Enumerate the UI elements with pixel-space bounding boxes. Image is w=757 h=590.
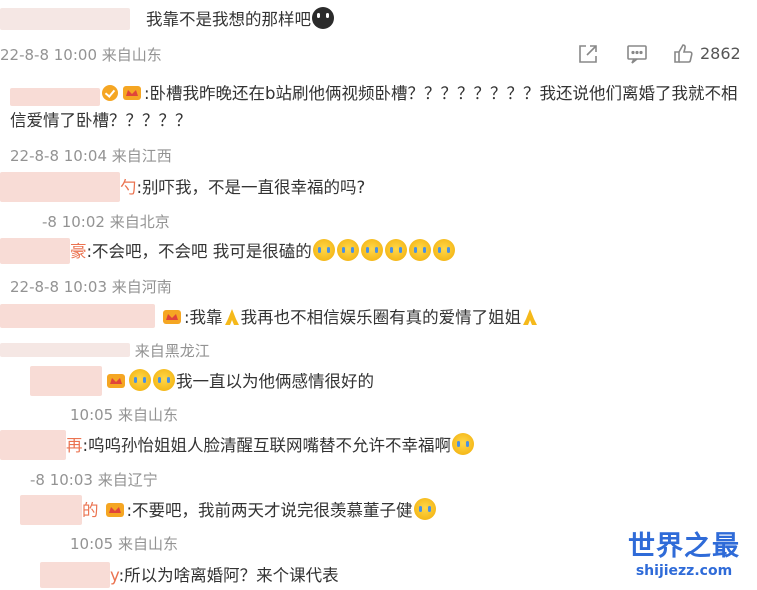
redacted-username bbox=[0, 430, 66, 460]
watermark: 世界之最 shijiezz.com bbox=[628, 532, 740, 580]
comment-source: 来自河南 bbox=[111, 278, 172, 296]
crown-icon bbox=[123, 86, 141, 100]
comment-item: 勺:别吓我，不是一直很幸福的吗? bbox=[120, 174, 365, 201]
post-meta: 22-8-8 10:00 来自山东 bbox=[0, 44, 162, 65]
comment-username[interactable]: 勺 bbox=[120, 178, 137, 197]
crown-icon bbox=[105, 503, 124, 517]
comment-body: 我一直以为他俩感情很好的 bbox=[176, 372, 374, 391]
post-timestamp: 22-8-8 10:00 bbox=[0, 46, 97, 64]
folded-hands-icon bbox=[523, 309, 538, 325]
comment-username[interactable]: y bbox=[110, 566, 119, 585]
comment-item: 再:呜呜孙怡姐姐人脸清醒互联网嘴替不允许不幸福啊 bbox=[66, 432, 475, 459]
crying-face-icon bbox=[312, 239, 335, 261]
fearful-face-icon bbox=[312, 7, 334, 29]
redacted-text bbox=[0, 343, 130, 357]
post-source: 来自山东 bbox=[101, 46, 162, 64]
comment-username[interactable]: 的 bbox=[82, 501, 99, 520]
comment-timestamp: 10:05 bbox=[70, 406, 114, 424]
comment-icon[interactable] bbox=[625, 42, 649, 66]
comment-timestamp: -8 10:03 bbox=[30, 471, 93, 489]
comment-item: 的 :不要吧，我前两天才说完很羡慕董子健 bbox=[82, 497, 437, 524]
crying-face-icon bbox=[408, 239, 431, 261]
comment-body: :别吓我，不是一直很幸福的吗? bbox=[136, 178, 366, 197]
redacted-username bbox=[0, 304, 155, 328]
comment-body: :所以为啥离婚阿？来个课代表 bbox=[118, 566, 339, 585]
redacted-username bbox=[20, 495, 82, 525]
comment-meta: -8 10:03 来自辽宁 bbox=[30, 469, 158, 490]
crown-icon bbox=[163, 310, 181, 324]
comment-source: 来自黑龙江 bbox=[134, 342, 210, 360]
comment-body: :不会吧，不会吧 我可是很磕的 bbox=[86, 242, 312, 261]
redacted-username bbox=[0, 238, 70, 264]
comment-timestamp: -8 10:02 bbox=[42, 213, 105, 231]
crying-face-icon bbox=[336, 239, 359, 261]
crown-icon bbox=[107, 374, 125, 388]
watermark-title: 世界之最 bbox=[628, 531, 740, 562]
comment-source: 来自北京 bbox=[109, 213, 170, 231]
comment-item: 豪:不会吧，不会吧 我可是很磕的 bbox=[70, 238, 456, 265]
thumbs-up-icon[interactable] bbox=[672, 42, 696, 66]
crying-face-icon bbox=[129, 369, 151, 391]
comment-meta: -8 10:02 来自北京 bbox=[42, 211, 170, 232]
comment-meta: 来自黑龙江 bbox=[0, 340, 210, 361]
crying-face-icon bbox=[153, 369, 175, 391]
comment-body: :我靠 bbox=[184, 308, 223, 327]
comment-timestamp: 22-8-8 10:03 bbox=[10, 278, 107, 296]
verified-medal-icon bbox=[102, 85, 118, 101]
comment-item: 我一直以为他俩感情很好的 bbox=[106, 368, 374, 395]
redacted-username bbox=[40, 562, 110, 588]
crying-face-icon bbox=[452, 433, 475, 455]
redacted-username bbox=[0, 172, 120, 202]
comment-item: :我靠 我再也不相信娱乐圈有真的爱情了姐姐 bbox=[162, 304, 539, 331]
comment-body: :呜呜孙怡姐姐人脸清醒互联网嘴替不允许不幸福啊 bbox=[82, 436, 452, 455]
redacted-username bbox=[30, 366, 102, 396]
crying-face-icon bbox=[432, 239, 455, 261]
comment-body: 我再也不相信娱乐圈有真的爱情了姐姐 bbox=[240, 308, 522, 327]
comment-meta: 10:05 来自山东 bbox=[70, 404, 178, 425]
crying-face-icon bbox=[413, 498, 436, 520]
comment-source: 来自山东 bbox=[118, 535, 179, 553]
comment-username[interactable]: 豪 bbox=[70, 242, 87, 261]
comment-source: 来自辽宁 bbox=[97, 471, 158, 489]
comment-body: :不要吧，我前两天才说完很羡慕董子健 bbox=[126, 501, 413, 520]
comment-item: :卧槽我昨晚还在b站刷他俩视频卧槽？？？？？？？？我还说他们离婚了我就不相信爱情… bbox=[10, 80, 750, 134]
comment-meta: 22-8-8 10:03 来自河南 bbox=[10, 276, 172, 297]
watermark-url: shijiezz.com bbox=[635, 563, 733, 579]
comment-source: 来自山东 bbox=[118, 406, 179, 424]
comment-username[interactable]: 再 bbox=[66, 436, 83, 455]
reply-body: 我靠不是我想的那样吧 bbox=[146, 10, 311, 29]
comment-body: :卧槽我昨晚还在b站刷他俩视频卧槽？？？？？？？？我还说他们离婚了我就不相信爱情… bbox=[10, 84, 738, 130]
like-count[interactable]: 2862 bbox=[700, 44, 741, 63]
comment-meta: 22-8-8 10:04 来自江西 bbox=[10, 145, 172, 166]
comment-source: 来自江西 bbox=[111, 147, 172, 165]
comment-timestamp: 10:05 bbox=[70, 535, 114, 553]
crying-face-icon bbox=[360, 239, 383, 261]
comment-timestamp: 22-8-8 10:04 bbox=[10, 147, 107, 165]
crying-face-icon bbox=[384, 239, 407, 261]
comment-meta: 10:05 来自山东 bbox=[70, 533, 178, 554]
post-reply-text: 我靠不是我想的那样吧 bbox=[146, 6, 335, 33]
redacted-username bbox=[0, 8, 130, 30]
folded-hands-icon bbox=[224, 309, 239, 325]
comment-item: y:所以为啥离婚阿？来个课代表 bbox=[110, 562, 339, 589]
share-icon[interactable] bbox=[576, 42, 600, 66]
